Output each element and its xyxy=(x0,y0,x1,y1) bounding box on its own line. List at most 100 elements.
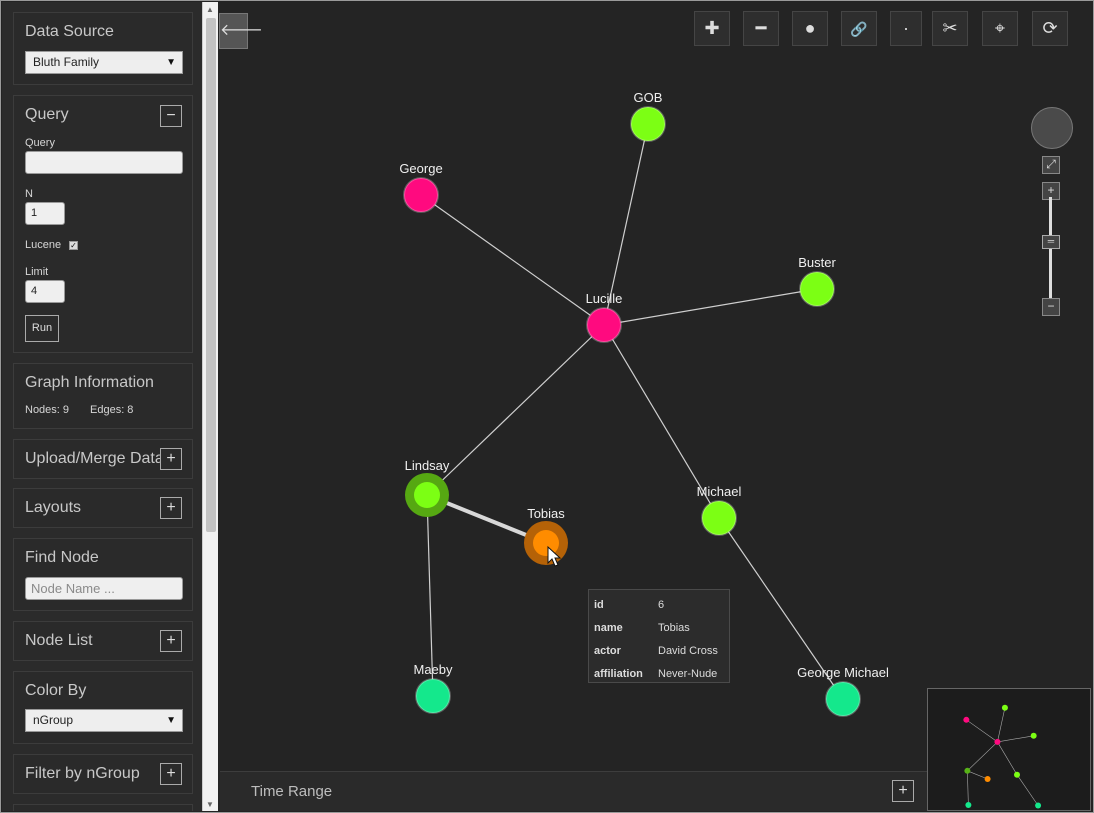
plus-icon: + xyxy=(1047,183,1055,197)
node-circle xyxy=(403,177,439,213)
node-circle xyxy=(414,482,440,508)
dot-button[interactable]: · xyxy=(890,11,922,46)
minimap-node xyxy=(965,801,972,808)
minus-icon: − xyxy=(166,107,176,124)
limit-input[interactable]: 4 xyxy=(25,280,65,303)
tooltip-key: actor xyxy=(594,644,621,657)
layouts-title: Layouts xyxy=(25,499,82,516)
edge-count: Edges: 8 xyxy=(90,404,134,416)
node-tobias[interactable]: Tobias xyxy=(524,506,568,565)
tooltip-row: id 6 xyxy=(594,593,724,616)
add-button[interactable]: ✚ xyxy=(694,11,730,46)
minimap-edge xyxy=(1016,774,1039,806)
zoom-pan-control[interactable] xyxy=(1031,107,1073,149)
node-circle xyxy=(799,271,835,307)
node-george-michael[interactable]: George Michael xyxy=(797,665,889,717)
unlink-button[interactable]: ✂ xyxy=(932,11,968,46)
upload-panel: Upload/Merge Data + xyxy=(13,439,193,479)
node-list-title: Node List xyxy=(25,632,93,649)
node-maeby[interactable]: Maeby xyxy=(413,662,453,714)
minimap-edge xyxy=(967,741,998,772)
minimap-edge xyxy=(967,770,969,805)
plus-icon: + xyxy=(166,450,176,467)
node-label: Tobias xyxy=(527,506,565,521)
edge-george-lucille[interactable] xyxy=(420,194,605,326)
color-by-select[interactable]: nGroup ▼ xyxy=(25,709,183,732)
find-node-title: Find Node xyxy=(25,549,99,566)
node-george[interactable]: George xyxy=(399,161,443,213)
node-count: Nodes: 9 xyxy=(25,404,70,416)
refresh-button[interactable]: ⟳ xyxy=(1032,11,1068,46)
arrow-left-icon: 🡐 xyxy=(220,22,263,39)
node-michael[interactable]: Michael xyxy=(697,484,742,536)
minimap-edge xyxy=(967,770,988,780)
query-collapse-button[interactable]: − xyxy=(160,105,182,127)
node-list-panel: Node List + xyxy=(13,621,193,661)
node-label: Buster xyxy=(798,255,836,270)
edge-lucille-lindsay[interactable] xyxy=(426,324,605,496)
minimap-edge xyxy=(997,707,1006,742)
zoom-slider-handle[interactable]: ═ xyxy=(1042,235,1060,249)
minimap[interactable] xyxy=(927,688,1091,811)
data-source-value: Bluth Family xyxy=(33,55,100,69)
find-node-placeholder: Node Name ... xyxy=(31,581,115,596)
crosshair-button[interactable]: ⌖ xyxy=(982,11,1018,46)
node-label: Michael xyxy=(697,484,742,499)
grip-icon: ═ xyxy=(1047,236,1055,246)
collapse-sidebar-button[interactable]: 🡐 xyxy=(219,13,263,49)
plus-icon: + xyxy=(898,782,908,799)
minimap-node xyxy=(994,738,1001,745)
sidebar-scrollbar[interactable]: ▲ ▼ xyxy=(202,2,218,811)
color-by-panel: Color By nGroup ▼ xyxy=(13,671,193,744)
node-label: Maeby xyxy=(413,662,453,677)
node-buster[interactable]: Buster xyxy=(798,255,836,307)
scroll-down-icon[interactable]: ▼ xyxy=(206,800,214,809)
tooltip-key: id xyxy=(594,598,604,611)
node-lucille[interactable]: Lucille xyxy=(586,291,623,343)
node-circle xyxy=(825,681,861,717)
upload-expand-button[interactable]: + xyxy=(160,448,182,470)
scroll-thumb[interactable] xyxy=(206,18,216,532)
time-range-expand-button[interactable]: + xyxy=(892,780,914,802)
limit-label: Limit xyxy=(25,266,49,278)
circle-button[interactable]: ● xyxy=(792,11,828,46)
link-button[interactable]: 🔗 xyxy=(841,11,877,46)
link-icon: 🔗 xyxy=(850,21,868,37)
scroll-up-icon[interactable]: ▲ xyxy=(206,5,214,14)
lucene-checkbox[interactable]: ✓ xyxy=(69,241,78,250)
edge-buster-lucille[interactable] xyxy=(603,288,818,326)
node-label: George Michael xyxy=(797,665,889,680)
next-panel xyxy=(13,804,193,811)
minimap-node xyxy=(984,775,991,782)
node-gob[interactable]: GOB xyxy=(630,90,666,142)
data-source-title: Data Source xyxy=(25,23,114,40)
node-lindsay[interactable]: Lindsay xyxy=(405,458,450,517)
node-list-expand-button[interactable]: + xyxy=(160,630,182,652)
node-circle xyxy=(533,530,559,556)
node-circle xyxy=(415,678,451,714)
plus-icon: + xyxy=(166,499,176,516)
node-tooltip: id 6 name Tobias actor David Cross affiliation… xyxy=(588,589,730,683)
remove-icon: ━ xyxy=(755,18,767,38)
crosshair-icon: ⌖ xyxy=(994,18,1006,38)
layouts-expand-button[interactable]: + xyxy=(160,497,182,519)
data-source-panel: Data Source Bluth Family ▼ xyxy=(13,12,193,85)
fit-screen-button[interactable]: ⤢ xyxy=(1042,156,1060,174)
minimap-node xyxy=(1001,704,1008,711)
find-node-input[interactable]: Node Name ... xyxy=(25,577,183,600)
data-source-select[interactable]: Bluth Family ▼ xyxy=(25,51,183,74)
run-button[interactable]: Run xyxy=(25,315,59,342)
query-input[interactable] xyxy=(25,151,183,174)
tooltip-value: Tobias xyxy=(658,621,690,634)
minimap-edge xyxy=(997,741,1018,775)
sidebar: Data Source Bluth Family ▼ Query − Query… xyxy=(2,2,202,811)
graph-canvas[interactable]: George GOB Buster Lucille Lindsay Tobias Micha… xyxy=(219,2,1091,811)
n-label: N xyxy=(25,188,33,200)
minimap-node xyxy=(1030,732,1037,739)
graph-info-title: Graph Information xyxy=(25,374,154,391)
zoom-slider-track[interactable] xyxy=(1049,197,1052,307)
n-input[interactable]: 1 xyxy=(25,202,65,225)
remove-button[interactable]: ━ xyxy=(743,11,779,46)
zoom-out-button[interactable]: − xyxy=(1042,298,1060,316)
filter-expand-button[interactable]: + xyxy=(160,763,182,785)
